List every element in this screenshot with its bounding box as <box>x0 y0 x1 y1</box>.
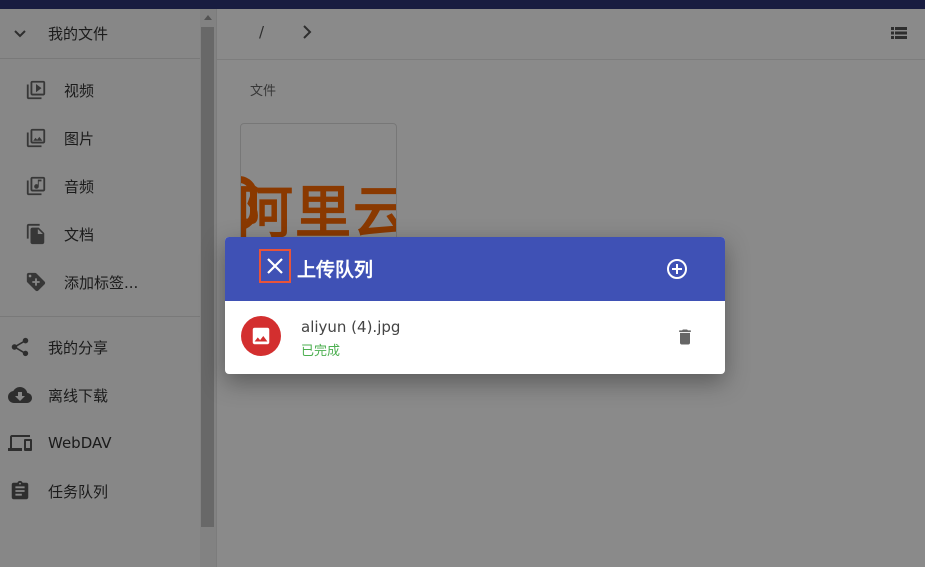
image-icon <box>250 325 272 347</box>
add-circle-icon <box>665 257 689 281</box>
close-icon <box>266 257 284 275</box>
dialog-title: 上传队列 <box>297 259 374 281</box>
upload-status: 已完成 <box>301 344 341 359</box>
add-upload-button[interactable] <box>665 257 689 281</box>
file-avatar <box>241 316 281 356</box>
trash-icon <box>675 326 695 348</box>
upload-file-name: aliyun (4).jpg <box>301 318 401 336</box>
dialog-header: 上传队列 <box>225 237 725 301</box>
close-button[interactable] <box>259 249 291 283</box>
upload-queue-dialog: 上传队列 aliyun (4).jpg 已完成 <box>225 237 725 374</box>
delete-button[interactable] <box>675 326 695 348</box>
